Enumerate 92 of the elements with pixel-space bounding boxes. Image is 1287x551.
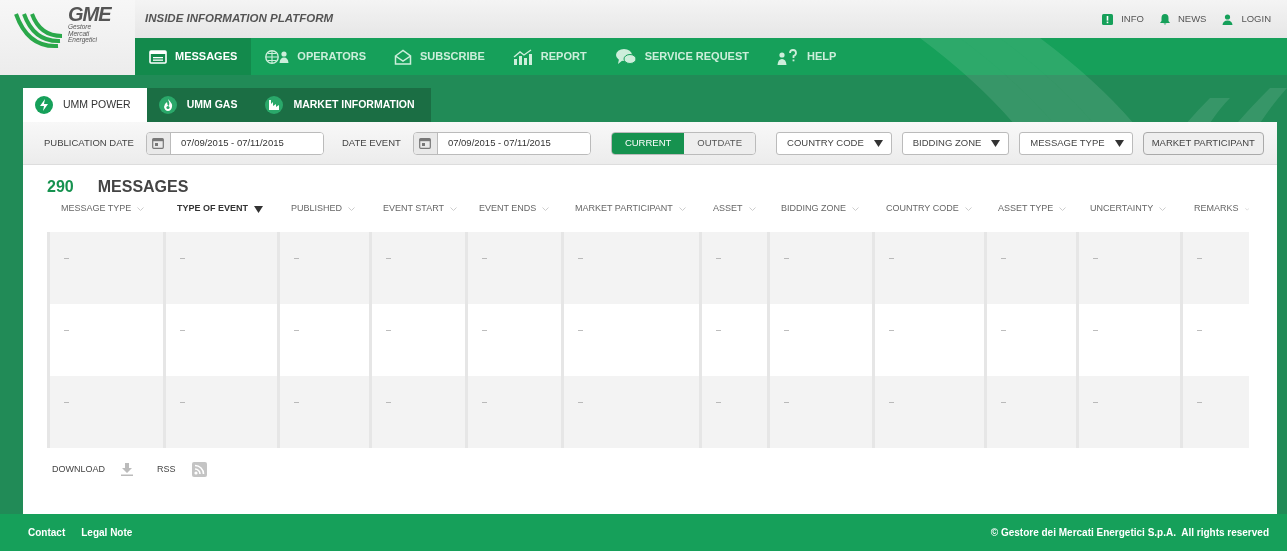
column-header[interactable]: EVENT START: [369, 198, 465, 220]
top-link[interactable]: INFO: [1102, 11, 1144, 27]
table-cell: –: [163, 376, 277, 448]
table-cell: –: [872, 376, 984, 448]
app-title: INSIDE INFORMATION PLATFORM: [145, 11, 334, 27]
person-question-icon: [777, 48, 799, 65]
table-cell: –: [277, 376, 369, 448]
bell-icon: [1159, 13, 1170, 25]
field-label: PUBLICATION DATE: [44, 135, 134, 150]
footer-link[interactable]: Legal Note: [81, 525, 133, 540]
chevron-icon: [542, 206, 550, 212]
download-link[interactable]: DOWNLOAD: [52, 462, 133, 477]
rss-icon: [191, 462, 207, 477]
table-cell: –: [1076, 232, 1180, 304]
table-cell: –: [767, 232, 872, 304]
footer-link[interactable]: Contact: [28, 525, 66, 540]
chat-bubbles-icon: [614, 48, 637, 65]
table-cell: –: [561, 232, 699, 304]
table-cell: –: [1180, 376, 1249, 448]
alert-icon: [1102, 13, 1114, 25]
column-header[interactable]: MARKET PARTICIPANT: [561, 198, 699, 220]
calendar-icon: [152, 137, 165, 149]
dropdown[interactable]: BIDDING ZONE: [901, 131, 1010, 155]
table-cell: –: [47, 232, 163, 304]
lightning-icon: [35, 96, 53, 114]
market-participant-button[interactable]: MARKET PARTICIPANT: [1142, 131, 1264, 155]
table-cell: –: [699, 232, 767, 304]
toggle-button[interactable]: OUTDATE: [684, 132, 755, 154]
column-header[interactable]: REMARKS: [1180, 198, 1249, 220]
table-cell: –: [369, 376, 465, 448]
top-link[interactable]: NEWS: [1159, 11, 1207, 27]
chevron-icon: [137, 206, 145, 212]
column-header[interactable]: UNCERTAINTY: [1076, 198, 1180, 220]
chevron-icon: [678, 206, 686, 212]
chevron-icon: [748, 206, 756, 212]
table-cell: –: [561, 376, 699, 448]
globe-person-icon: [265, 48, 290, 65]
column-header[interactable]: EVENT ENDS: [465, 198, 561, 220]
caret-icon: [873, 139, 883, 147]
table-cell: –: [465, 376, 561, 448]
column-header[interactable]: BIDDING ZONE: [767, 198, 872, 220]
table-cell: –: [163, 232, 277, 304]
column-header[interactable]: ASSET: [699, 198, 767, 220]
dropdown[interactable]: MESSAGE TYPE: [1019, 131, 1133, 155]
column-header[interactable]: COUNTRY CODE: [872, 198, 984, 220]
chart-up-icon: [512, 48, 533, 65]
tab[interactable]: MARKET INFORMATION: [253, 88, 431, 122]
nav-tab[interactable]: MESSAGES: [135, 38, 252, 75]
table-cell: –: [1076, 376, 1180, 448]
date-range-field[interactable]: 07/09/2015 - 07/11/2015: [412, 131, 591, 155]
user-icon: [1222, 13, 1234, 25]
chevron-icon: [852, 206, 859, 212]
tab[interactable]: UMM GAS: [146, 88, 254, 122]
table-cell: –: [47, 376, 163, 448]
caret-icon: [991, 139, 1001, 147]
column-header[interactable]: MESSAGE TYPE: [47, 198, 163, 220]
top-link[interactable]: LOGIN: [1222, 11, 1271, 27]
tab[interactable]: UMM POWER: [23, 88, 147, 122]
table-cell: –: [872, 232, 984, 304]
chevron-icon: [1159, 206, 1167, 212]
table-cell: –: [369, 232, 465, 304]
flame-icon: [158, 96, 177, 114]
calendar-icon: [419, 137, 432, 149]
factory-icon: [265, 96, 284, 114]
message-count: 290: [47, 177, 74, 197]
sort-descending-icon: [254, 205, 263, 213]
dropdown[interactable]: COUNTRY CODE: [776, 131, 892, 155]
table-cell: –: [984, 376, 1076, 448]
toggle-button[interactable]: CURRENT: [611, 132, 685, 154]
chevron-icon: [348, 206, 356, 212]
rss-link[interactable]: RSS: [157, 462, 207, 477]
table-cell: –: [277, 232, 369, 304]
chevron-icon: [964, 206, 972, 212]
column-header[interactable]: ASSET TYPE: [984, 198, 1076, 220]
table-cell: –: [984, 232, 1076, 304]
download-icon: [121, 463, 133, 476]
chevron-icon: [1059, 206, 1067, 212]
chevron-icon: [450, 206, 457, 212]
section-title: MESSAGES: [97, 177, 189, 197]
table-cell: –: [465, 232, 561, 304]
caret-icon: [1114, 139, 1124, 147]
column-header[interactable]: TYPE OF EVENT: [163, 198, 277, 220]
field-label: DATE EVENT: [341, 135, 401, 150]
date-range-field[interactable]: 07/09/2015 - 07/11/2015: [145, 131, 324, 155]
chevron-icon: [1244, 206, 1249, 212]
table-cell: –: [699, 376, 767, 448]
table-cell: –: [1180, 232, 1249, 304]
column-header[interactable]: PUBLISHED: [277, 198, 369, 220]
envelope-icon: [394, 48, 413, 65]
browser-window-icon: [149, 49, 167, 64]
table-cell: –: [767, 376, 872, 448]
copyright-text: © Gestore dei Mercati Energetici S.p.A. All rights reserved: [990, 526, 1269, 540]
